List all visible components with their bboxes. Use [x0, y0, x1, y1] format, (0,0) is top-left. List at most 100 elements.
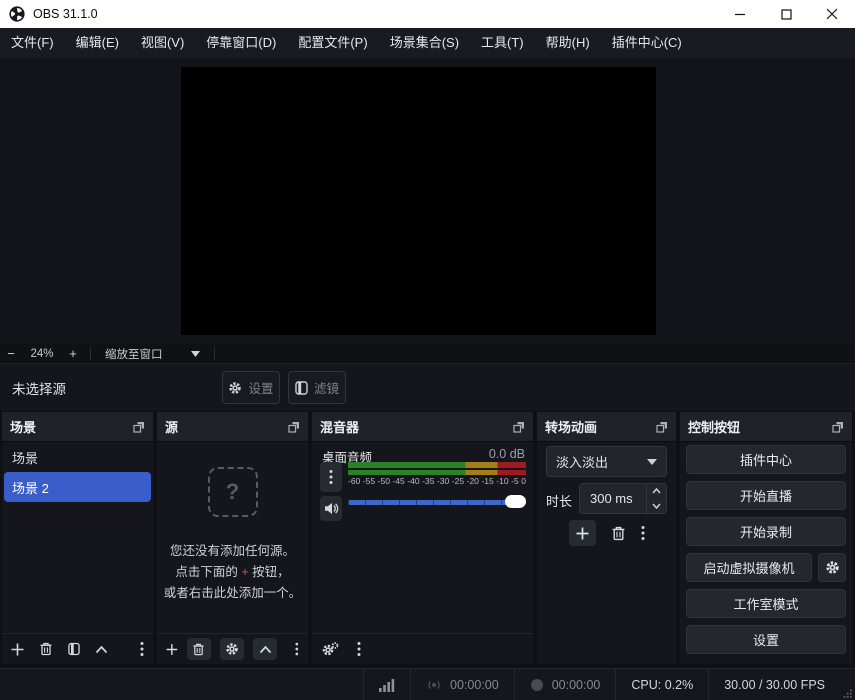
tick: -45: [392, 476, 404, 486]
statusbar: 00:00:00 00:00:00 CPU: 0.2% 30.00 / 30.0…: [0, 668, 855, 700]
window-controls: [717, 0, 855, 28]
add-source-icon[interactable]: [166, 643, 178, 656]
remove-source-button[interactable]: [187, 638, 211, 660]
remove-transition-icon[interactable]: [611, 526, 626, 541]
scenes-more-icon[interactable]: [140, 641, 144, 657]
source-filters-button[interactable]: 滤镜: [288, 371, 346, 404]
scene-item-selected[interactable]: 场景 2: [4, 472, 151, 502]
close-icon[interactable]: [809, 0, 855, 28]
stream-status-icon: [426, 678, 442, 692]
transitions-more-icon[interactable]: [641, 525, 645, 541]
question-mark-icon: ?: [208, 467, 258, 517]
sources-more-icon[interactable]: [295, 641, 299, 657]
popout-dock-icon[interactable]: [288, 421, 300, 433]
transitions-dock-header[interactable]: 转场动画: [537, 412, 676, 442]
popout-dock-icon[interactable]: [832, 421, 844, 433]
scene-filters-icon[interactable]: [68, 642, 80, 656]
volume-slider-handle[interactable]: [505, 495, 526, 508]
menubar: 文件(F) 编辑(E) 视图(V) 停靠窗口(D) 配置文件(P) 场景集合(S…: [0, 28, 855, 58]
menu-edit[interactable]: 编辑(E): [65, 28, 130, 58]
mute-button[interactable]: [320, 496, 342, 521]
menu-help[interactable]: 帮助(H): [535, 28, 601, 58]
zoom-fit-dropdown[interactable]: 缩放至窗口: [97, 346, 208, 362]
add-scene-icon[interactable]: [11, 643, 24, 656]
scene-transitions-dock: 转场动画 淡入淡出 时长 300 ms: [537, 412, 676, 664]
menu-docks[interactable]: 停靠窗口(D): [195, 28, 287, 58]
gear-icon: [228, 381, 242, 395]
obs-window: OBS 31.1.0 文件(F) 编辑(E) 视图(V) 停靠窗口(D) 配置文…: [0, 0, 855, 700]
tick: -15: [481, 476, 493, 486]
zoom-out-button[interactable]: −: [0, 346, 22, 361]
zoom-in-button[interactable]: +: [62, 346, 84, 361]
audio-mixer-dock: 混音器 桌面音频 0.0 dB -60-55-50-45-40-35-30-25…: [312, 412, 533, 664]
transition-select[interactable]: 淡入淡出: [546, 446, 667, 477]
resize-grip[interactable]: [843, 689, 852, 698]
speaker-icon: [324, 502, 339, 515]
filter-icon: [295, 381, 308, 395]
duration-value: 300 ms: [580, 484, 646, 513]
plugin-center-button[interactable]: 插件中心: [686, 445, 846, 474]
tick: -40: [407, 476, 419, 486]
stream-timer: 00:00:00: [410, 669, 514, 700]
tick: -50: [378, 476, 390, 486]
channel-options-button[interactable]: [320, 462, 342, 492]
volume-slider[interactable]: [348, 494, 526, 510]
volume-meter-scale: -60-55-50-45-40-35-30-25-20-15-10-50: [348, 476, 526, 486]
start-recording-button[interactable]: 开始录制: [686, 517, 846, 546]
tick: -20: [467, 476, 479, 486]
sources-dock-header[interactable]: 源: [157, 412, 308, 442]
window-title: OBS 31.1.0: [33, 7, 98, 21]
program-canvas[interactable]: [181, 67, 656, 335]
volume-meter: -60-55-50-45-40-35-30-25-20-15-10-50: [348, 462, 526, 486]
stream-time: 00:00:00: [450, 678, 499, 692]
controls-body: 插件中心 开始直播 开始录制 启动虚拟摄像机 工作室模式 设置: [680, 442, 852, 664]
move-scene-up-icon[interactable]: [95, 645, 108, 654]
gear-icon: [825, 560, 840, 575]
preview-area[interactable]: [0, 58, 855, 344]
volume-slider-track[interactable]: [348, 500, 526, 505]
remove-scene-icon[interactable]: [39, 642, 53, 656]
menu-plugin-center[interactable]: 插件中心(C): [601, 28, 693, 58]
controls-dock-header[interactable]: 控制按钮: [680, 412, 852, 442]
preview-zoom-toolbar: − 24% + 缩放至窗口: [0, 344, 855, 364]
chevron-down-icon: [191, 351, 200, 357]
spin-up-icon[interactable]: [647, 484, 666, 499]
scenes-dock-header[interactable]: 场景: [2, 412, 153, 442]
move-source-up-button[interactable]: [253, 638, 277, 660]
studio-mode-button[interactable]: 工作室模式: [686, 589, 846, 618]
minimize-icon[interactable]: [717, 0, 763, 28]
sources-empty-state: ? 您还没有添加任何源。 点击下面的 + 按钮， 或者右击此处添加一个。: [157, 442, 308, 633]
scenes-dock-title: 场景: [10, 417, 133, 436]
virtual-camera-config-button[interactable]: [818, 553, 846, 582]
spin-down-icon[interactable]: [647, 499, 666, 514]
mixer-channel: 桌面音频 0.0 dB -60-55-50-45-40-35-30-25-20-…: [312, 442, 533, 633]
dots-vertical-icon: [329, 469, 333, 485]
menu-tools[interactable]: 工具(T): [470, 28, 535, 58]
scene-item[interactable]: 场景: [2, 442, 153, 472]
source-properties-button[interactable]: 设置: [222, 371, 280, 404]
menu-view[interactable]: 视图(V): [130, 28, 195, 58]
popout-dock-icon[interactable]: [513, 421, 525, 433]
empty-hint-line-1: 您还没有添加任何源。: [170, 541, 295, 562]
maximize-icon[interactable]: [763, 0, 809, 28]
source-properties-toolbar-button[interactable]: [220, 638, 244, 660]
chevron-down-icon: [647, 459, 657, 465]
duration-spinbox[interactable]: 300 ms: [579, 483, 667, 514]
menu-scene-collection[interactable]: 场景集合(S): [379, 28, 470, 58]
mixer-more-icon[interactable]: [357, 641, 361, 657]
start-streaming-button[interactable]: 开始直播: [686, 481, 846, 510]
source-properties-label: 设置: [248, 378, 273, 397]
add-transition-button[interactable]: [569, 520, 596, 546]
start-virtual-camera-button[interactable]: 启动虚拟摄像机: [686, 553, 812, 582]
mixer-toolbar: [312, 633, 533, 664]
empty-hint-line-2-suffix: 按钮，: [249, 565, 290, 579]
menu-file[interactable]: 文件(F): [0, 28, 65, 58]
settings-button[interactable]: 设置: [686, 625, 846, 654]
popout-dock-icon[interactable]: [656, 421, 668, 433]
source-list-empty[interactable]: ? 您还没有添加任何源。 点击下面的 + 按钮， 或者右击此处添加一个。: [157, 442, 308, 633]
menu-profile[interactable]: 配置文件(P): [287, 28, 378, 58]
popout-dock-icon[interactable]: [133, 421, 145, 433]
zoom-level: 24%: [22, 348, 62, 360]
mixer-dock-header[interactable]: 混音器: [312, 412, 533, 442]
advanced-audio-gears-icon[interactable]: [321, 642, 339, 657]
